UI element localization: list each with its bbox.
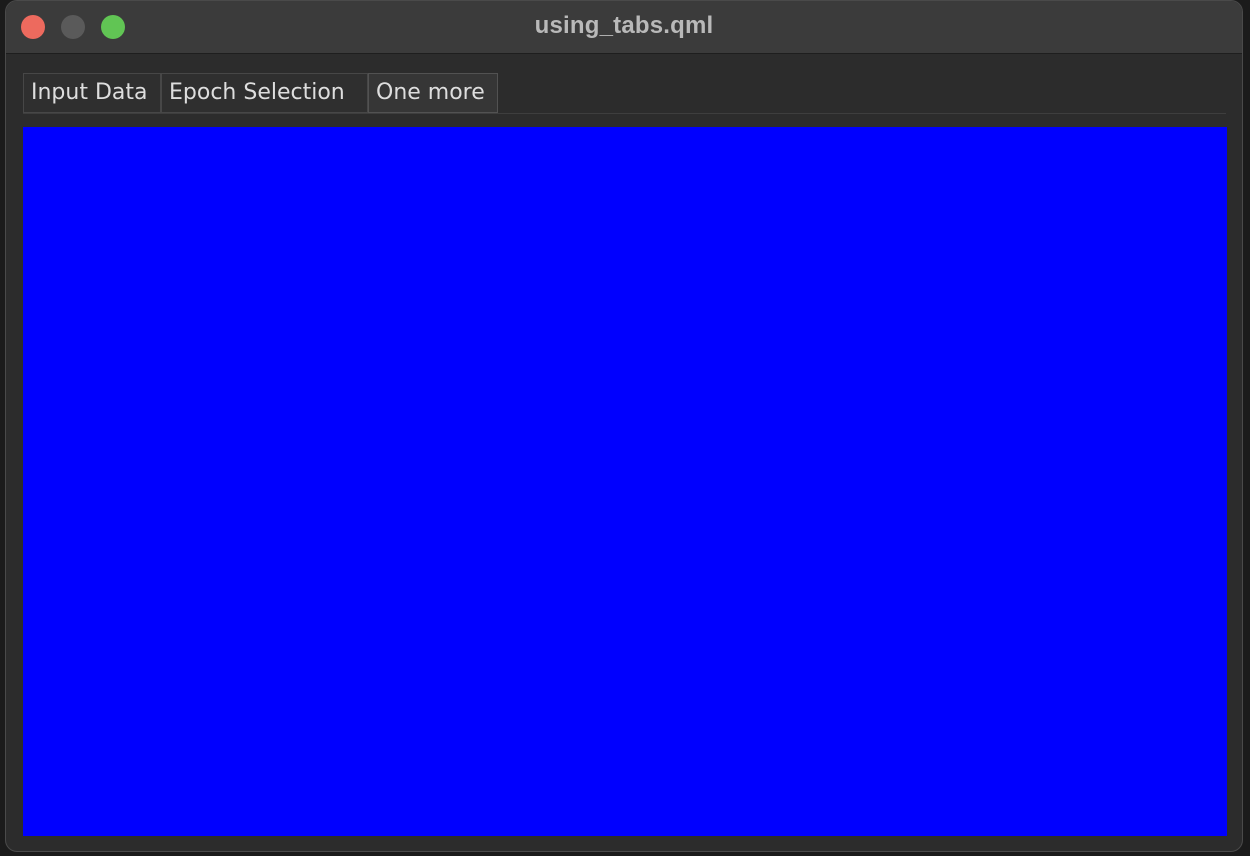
tab-content-area [23, 127, 1227, 836]
window-title: using_tabs.qml [534, 12, 714, 39]
title-bar[interactable]: using_tabs.qml [6, 1, 1242, 54]
tab-bar: Input Data Epoch Selection One more [23, 73, 1226, 114]
tab-input-data[interactable]: Input Data [23, 73, 161, 113]
app-window: using_tabs.qml Input Data Epoch Selectio… [5, 0, 1243, 852]
tab-one-more[interactable]: One more [368, 73, 498, 113]
tab-bar-divider [23, 113, 1226, 114]
tab-epoch-selection[interactable]: Epoch Selection [161, 73, 368, 113]
